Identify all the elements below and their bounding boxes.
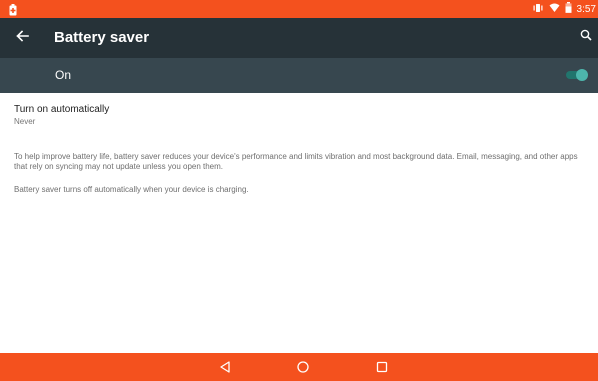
nav-home-icon [296,361,310,378]
search-button[interactable] [576,27,596,47]
turn-on-automatically-setting[interactable]: Turn on automatically Never [14,103,314,133]
arrow-back-icon [15,29,29,48]
nav-recents-icon [375,361,389,378]
nav-back-icon [218,361,232,378]
screen: 3:57 Battery saver On Turn on automatica… [0,0,598,381]
battery-saver-toggle[interactable] [564,69,588,81]
status-bar: 3:57 [0,0,598,18]
battery-icon [565,2,572,16]
page-title: Battery saver [54,29,150,46]
setting-title: Turn on automatically [14,104,110,115]
switch-label: On [55,68,72,82]
nav-recents-button[interactable] [375,360,389,374]
nav-back-button[interactable] [218,360,232,374]
vibrate-icon [532,3,544,16]
description-text: To help improve battery life, battery sa… [14,152,578,171]
battery-saver-icon [9,3,17,16]
master-switch-bar[interactable]: On [0,58,598,93]
settings-content: Turn on automatically Never To help impr… [0,93,598,353]
status-icons: 3:57 [532,0,596,18]
toolbar: Battery saver [0,18,598,58]
status-time: 3:57 [576,3,596,15]
wifi-icon [549,3,560,16]
nav-home-button[interactable] [296,360,310,374]
charging-note-text: Battery saver turns off automatically wh… [14,185,249,194]
setting-value: Never [14,117,36,126]
back-button[interactable] [10,26,34,50]
navigation-bar [0,353,598,381]
search-icon [580,28,592,46]
toggle-thumb [576,69,588,81]
